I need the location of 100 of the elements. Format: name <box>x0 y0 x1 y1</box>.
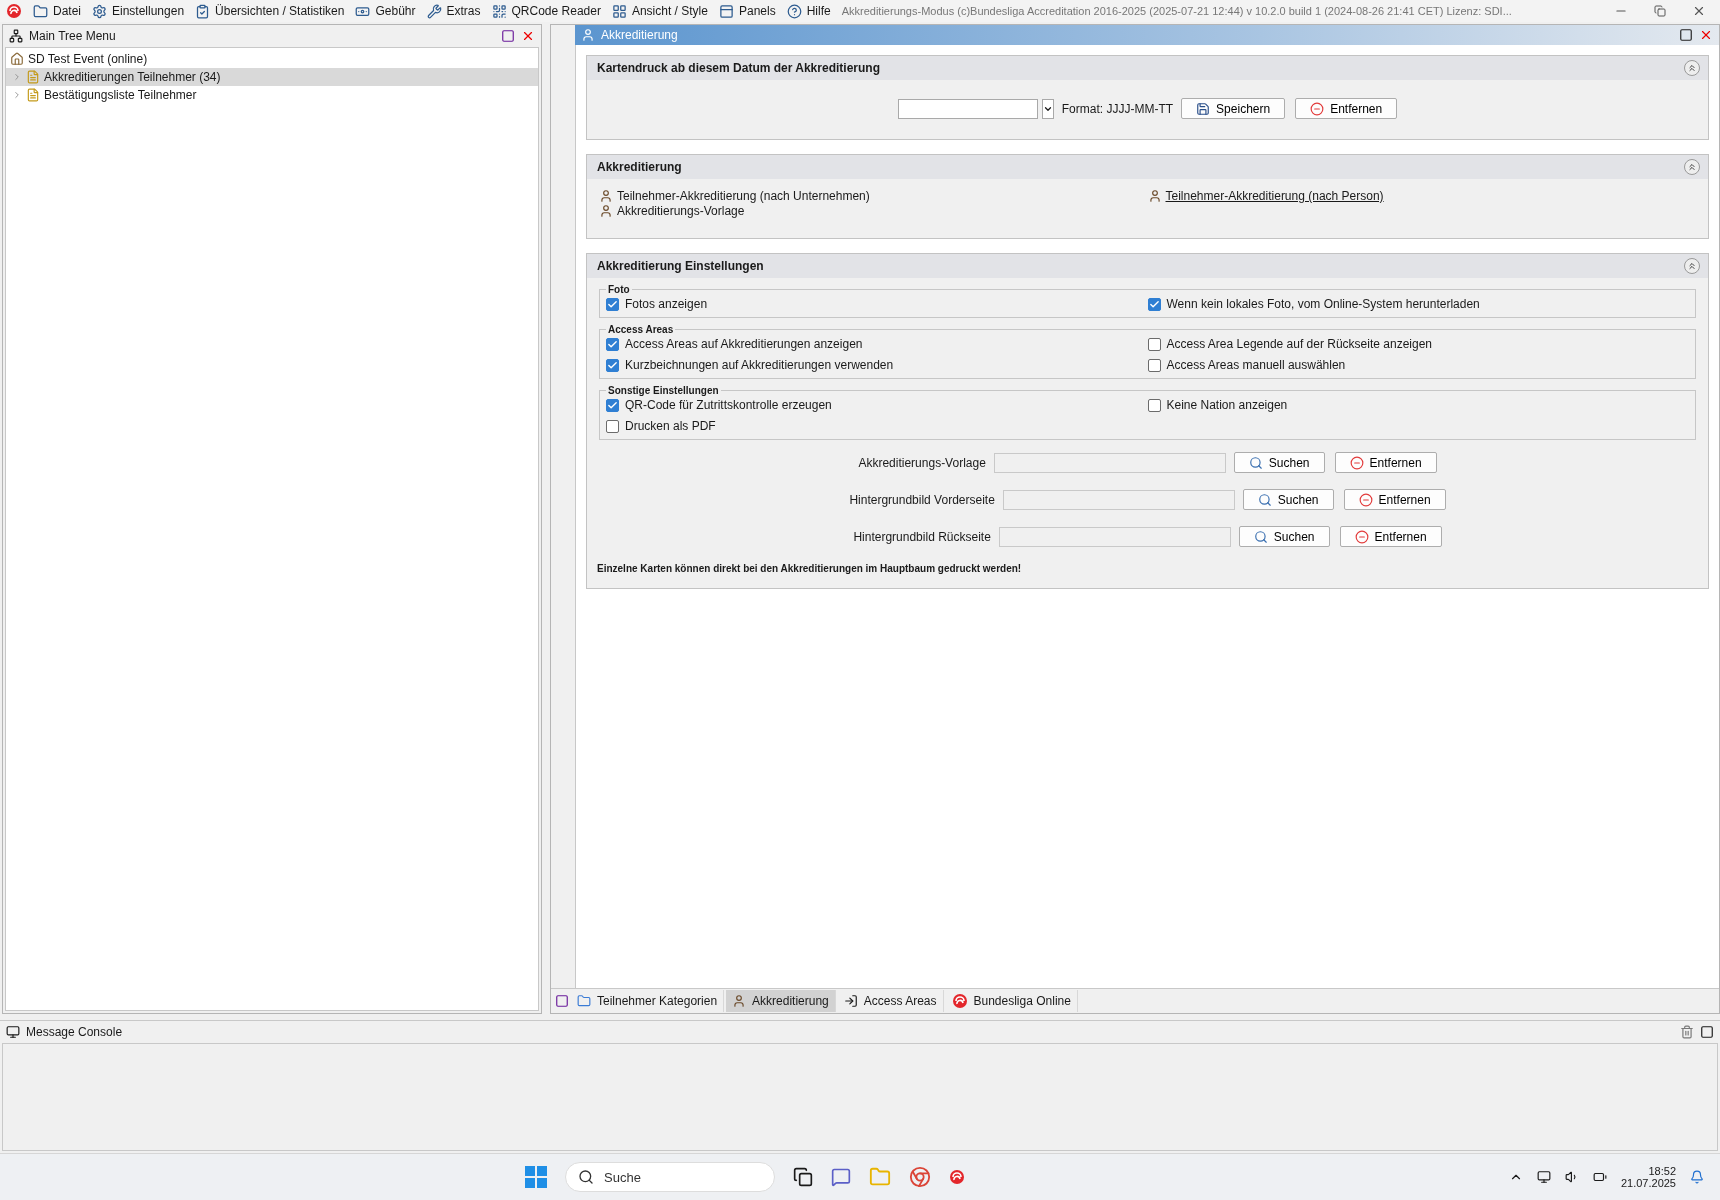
section-title: Kartendruck ab diesem Datum der Akkreditierung <box>597 61 881 75</box>
tab[interactable]: Teilnehmer Kategorien <box>571 990 725 1012</box>
double-chevron-icon <box>1687 261 1697 271</box>
section-title: Akkreditierung <box>597 160 683 174</box>
close-icon <box>521 29 535 43</box>
field-label: Hintergrundbild Rückseite <box>853 529 991 544</box>
link[interactable]: Teilnehmer-Akkreditierung (nach Unternehmen) <box>599 189 870 203</box>
checkbox[interactable] <box>1147 398 1161 412</box>
restore-icon <box>1654 5 1666 17</box>
remove-button[interactable]: Entfernen <box>1334 452 1437 473</box>
search-field[interactable]: Suche <box>565 1162 775 1192</box>
person-icon <box>1147 189 1162 203</box>
window-title: Akkreditierungs-Modus (c)Bundesliga Accreditation 2016-2025 (2025-07-21 12:44) v 10.2.0 build 1 (2024-08-26 21:41 CET) Lizenz: SDI... <box>841 5 1512 17</box>
save-button[interactable]: Speichern <box>1181 98 1286 119</box>
checkbox-option[interactable]: Fotos anzeigen <box>606 297 708 311</box>
menu-item[interactable]: Panels <box>718 3 776 19</box>
panel-title: Akkreditierung <box>601 28 679 42</box>
person-icon <box>599 204 613 218</box>
dropdown-button[interactable] <box>1041 98 1054 119</box>
chrome-icon <box>909 1166 931 1188</box>
task-view-icon <box>793 1167 813 1187</box>
date-field[interactable] <box>897 98 1038 119</box>
tab[interactable]: Akkreditierung <box>726 990 836 1012</box>
search-button[interactable]: Suchen <box>1233 452 1325 473</box>
menu-item[interactable]: Übersichten / Statistiken <box>195 3 345 19</box>
group-title: Access Areas <box>607 324 675 335</box>
remove-icon <box>1358 492 1373 507</box>
link[interactable]: Teilnehmer-Akkreditierung (nach Person) <box>1147 189 1384 203</box>
option-label: Fotos anzeigen <box>625 297 708 311</box>
folder-icon <box>869 1166 891 1188</box>
file-path-field[interactable] <box>1002 489 1235 510</box>
tree-item[interactable]: SD Test Event (online) <box>6 50 538 68</box>
menu-item[interactable]: Ansicht / Style <box>611 3 708 19</box>
format-label: Format: JJJJ-MM-TT <box>1061 101 1174 116</box>
checkbox[interactable] <box>606 398 619 412</box>
checkbox[interactable] <box>606 358 619 372</box>
search-icon <box>1257 492 1272 507</box>
link[interactable]: Akkreditierungs-Vorlage <box>599 204 745 218</box>
menu-item[interactable]: Extras <box>426 3 481 19</box>
maximize-icon <box>501 29 515 43</box>
file-path-field[interactable] <box>993 452 1226 473</box>
clock-date: 21.07.2025 <box>1620 1177 1676 1189</box>
person-icon <box>599 189 613 203</box>
menu-item[interactable]: Datei <box>33 3 81 19</box>
folder-icon <box>33 3 48 19</box>
checkbox[interactable] <box>606 297 619 311</box>
menu-item[interactable]: Hilfe <box>786 3 831 19</box>
collapse-button[interactable] <box>1684 159 1700 175</box>
person-icon <box>581 28 595 42</box>
remove-icon <box>1354 529 1369 544</box>
field-label: Akkreditierungs-Vorlage <box>858 455 986 470</box>
search-button[interactable]: Suchen <box>1242 489 1334 510</box>
double-chevron-icon <box>1687 162 1697 172</box>
collapse-button[interactable] <box>1684 258 1700 274</box>
remove-icon <box>1349 455 1364 470</box>
bell-icon <box>1690 1170 1704 1184</box>
section-title: Akkreditierung Einstellungen <box>597 259 765 273</box>
tree-item[interactable]: Akkreditierungen Teilnehmer (34) <box>6 68 538 86</box>
remove-button[interactable]: Entfernen <box>1339 526 1442 547</box>
document-icon <box>26 88 40 102</box>
checkbox-option[interactable]: Drucken als PDF <box>606 419 716 433</box>
tab[interactable]: Bundesliga Online <box>945 990 1078 1012</box>
logo-icon <box>949 1169 965 1185</box>
maximize-icon <box>1679 28 1693 42</box>
checkbox[interactable] <box>1147 337 1161 351</box>
panel-title: Main Tree Menu <box>29 29 117 43</box>
note-text: Einzelne Karten können direkt bei den Akkreditierungen im Hauptbaum gedruckt werden! <box>596 562 1023 576</box>
wrench-icon <box>426 3 442 19</box>
remove-button[interactable]: Entfernen <box>1295 98 1398 119</box>
close-icon <box>1692 4 1706 18</box>
tree-item[interactable]: Bestätigungsliste Teilnehmer <box>6 86 538 104</box>
remove-button[interactable]: Entfernen <box>1343 489 1446 510</box>
group-title: Foto <box>607 284 631 295</box>
battery-icon <box>1592 1170 1607 1184</box>
trash-icon <box>1680 1025 1694 1039</box>
collapse-button[interactable] <box>1684 60 1700 76</box>
clipboard-icon <box>195 3 211 19</box>
checkbox[interactable] <box>606 419 619 433</box>
checkbox[interactable] <box>1147 358 1161 372</box>
gear-icon <box>92 3 107 19</box>
menu-item[interactable]: Gebühr <box>355 3 416 19</box>
person-icon <box>732 994 747 1008</box>
window-icon <box>555 994 569 1008</box>
help-icon <box>786 3 802 19</box>
start-icon[interactable] <box>525 1166 547 1188</box>
grid-icon <box>611 3 627 19</box>
checkbox[interactable] <box>606 337 619 351</box>
tab[interactable]: Access Areas <box>837 990 944 1012</box>
file-path-field[interactable] <box>998 526 1231 547</box>
house-icon <box>10 52 24 66</box>
window-icon <box>718 3 734 19</box>
search-icon <box>1253 529 1268 544</box>
checkbox[interactable] <box>1147 297 1161 311</box>
menu-item[interactable]: QRCode Reader <box>491 3 601 19</box>
menu-item[interactable]: Einstellungen <box>92 3 185 19</box>
monitor-icon <box>1536 1170 1551 1184</box>
panel-title: Message Console <box>26 1025 124 1039</box>
search-button[interactable]: Suchen <box>1238 526 1330 547</box>
option-label: Drucken als PDF <box>625 419 716 433</box>
close-icon <box>1699 28 1713 42</box>
